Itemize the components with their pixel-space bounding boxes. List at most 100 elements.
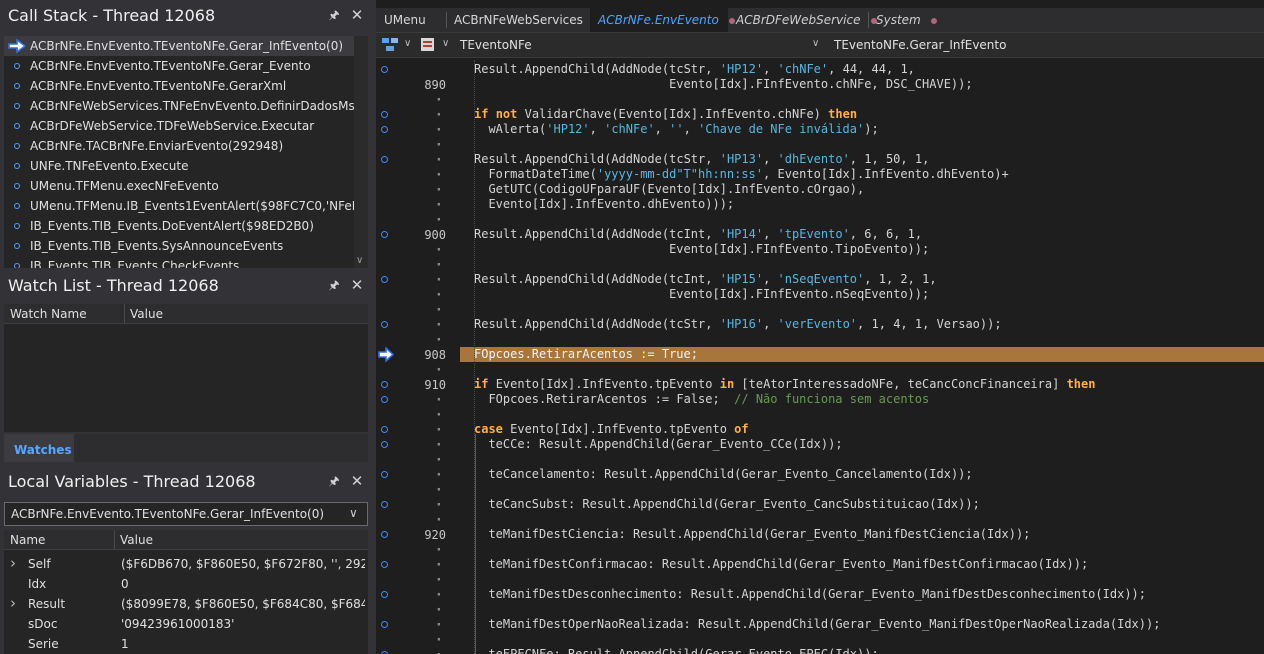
chevron-down-icon[interactable]: ∨ xyxy=(404,38,411,49)
code-line[interactable]: Result.AppendChild(AddNode(tcInt, 'HP15'… xyxy=(460,272,1264,287)
code-line[interactable]: Evento[Idx].FInfEvento.TipoEvento)); xyxy=(460,242,1264,257)
column-header-watch-name[interactable]: Watch Name xyxy=(10,307,87,321)
tab-watches[interactable]: Watches xyxy=(4,434,74,462)
code-line[interactable]: Result.AppendChild(AddNode(tcInt, 'HP14'… xyxy=(460,227,1264,242)
gutter-line[interactable]: · xyxy=(376,497,456,513)
code-line[interactable] xyxy=(460,632,1264,647)
local-variable-row[interactable]: Serie 1 xyxy=(4,634,368,654)
gutter-line[interactable]: · xyxy=(376,167,456,183)
close-icon[interactable]: ✕ xyxy=(350,8,364,23)
code-line[interactable]: teManifDestCiencia: Result.AppendChild(G… xyxy=(460,527,1264,542)
chevron-down-icon[interactable]: ∨ xyxy=(442,38,449,49)
code-line[interactable]: if not ValidarChave(Evento[Idx].InfEvent… xyxy=(460,107,1264,122)
gutter-line[interactable]: · xyxy=(376,392,456,408)
code-text[interactable]: Result.AppendChild(AddNode(tcStr, 'HP12'… xyxy=(460,60,1264,654)
gutter-line[interactable]: · xyxy=(376,212,456,228)
locals-grid[interactable]: Name Value › Self ($F6DB670, $F860E50, $F6… xyxy=(4,530,368,654)
code-line[interactable]: teCancSubst: Result.AppendChild(Gerar_Ev… xyxy=(460,497,1264,512)
gutter-line[interactable]: · xyxy=(376,92,456,108)
call-stack-frame[interactable]: UMenu.TFMenu.execNFeEvento xyxy=(4,176,354,196)
code-line[interactable]: Result.AppendChild(AddNode(tcStr, 'HP16'… xyxy=(460,317,1264,332)
code-line[interactable]: Result.AppendChild(AddNode(tcStr, 'HP12'… xyxy=(460,62,1264,77)
gutter-line[interactable]: · xyxy=(376,152,456,168)
code-line[interactable]: if Evento[Idx].InfEvento.tpEvento in [te… xyxy=(460,377,1264,392)
gutter-line[interactable]: · xyxy=(376,137,456,153)
code-line[interactable] xyxy=(460,452,1264,467)
code-line[interactable] xyxy=(460,257,1264,272)
breakpoint-marker-icon[interactable] xyxy=(381,591,388,598)
gutter-line[interactable]: · xyxy=(376,422,456,438)
column-header-value[interactable]: Value xyxy=(130,307,163,321)
class-icon[interactable] xyxy=(420,37,436,53)
gutter-line[interactable]: · xyxy=(376,182,456,198)
close-icon[interactable]: ✕ xyxy=(350,278,364,293)
breakpoint-marker-icon[interactable] xyxy=(381,426,388,433)
watch-grid[interactable]: Watch Name Value xyxy=(4,304,368,432)
gutter-line[interactable]: · xyxy=(376,647,456,654)
gutter-line[interactable]: · xyxy=(376,122,456,138)
gutter-line[interactable]: · xyxy=(376,467,456,483)
call-stack-frame[interactable]: ACBrNFe.EnvEvento.TEventoNFe.GerarXml xyxy=(4,76,354,96)
call-stack-frame[interactable]: ACBrNFeWebServices.TNFeEnvEvento.Definir… xyxy=(4,96,362,116)
gutter-line[interactable]: · xyxy=(376,632,456,648)
code-line[interactable] xyxy=(460,92,1264,107)
gutter-line[interactable]: 900 xyxy=(376,227,456,242)
call-stack-frame[interactable]: UMenu.TFMenu.IB_Events1EventAlert($98FC7… xyxy=(4,196,368,216)
code-line[interactable] xyxy=(460,602,1264,617)
call-stack-frame[interactable]: ACBrNFe.TACBrNFe.EnviarEvento(292948) xyxy=(4,136,354,156)
code-line[interactable]: teManifDestOperNaoRealizada: Result.Appe… xyxy=(460,617,1264,632)
code-line[interactable]: Evento[Idx].FInfEvento.nSeqEvento)); xyxy=(460,287,1264,302)
code-line[interactable]: Result.AppendChild(AddNode(tcStr, 'HP13'… xyxy=(460,152,1264,167)
pin-icon[interactable]: 🖈 xyxy=(328,475,340,489)
gutter[interactable]: 890 · · · · · · · · · 900 · · · · · · · 908 · 910 · · · · · · · · · 92… xyxy=(376,60,456,654)
breakpoint-marker-icon[interactable] xyxy=(381,381,388,388)
code-line[interactable]: teManifDestConfirmacao: Result.AppendChi… xyxy=(460,557,1264,572)
pin-icon[interactable]: 🖈 xyxy=(328,9,340,23)
local-variable-row[interactable]: › Result ($8099E78, $F860E50, $F684C80, $F… xyxy=(4,594,368,614)
gutter-line[interactable]: · xyxy=(376,332,456,348)
frame-select[interactable]: ACBrNFe.EnvEvento.TEventoNFe.Gerar_InfEv… xyxy=(4,502,368,526)
scrollbar[interactable]: ∨ xyxy=(354,36,368,268)
gutter-line[interactable]: 890 xyxy=(376,77,456,92)
structure-icon[interactable] xyxy=(382,38,398,52)
call-stack-frame[interactable]: IB_Events.TIB_Events.DoEventAlert($98ED2… xyxy=(4,216,354,236)
code-area[interactable]: 890 · · · · · · · · · 900 · · · · · · · 908 · 910 · · · · · · · · · 92… xyxy=(376,60,1264,654)
gutter-line[interactable]: · xyxy=(376,542,456,558)
gutter-line[interactable]: · xyxy=(376,407,456,423)
chevron-down-icon[interactable]: ∨ xyxy=(349,506,361,520)
gutter-line[interactable]: · xyxy=(376,617,456,633)
breakpoint-marker-icon[interactable] xyxy=(381,531,388,538)
chevron-right-icon[interactable]: › xyxy=(10,594,20,612)
code-line[interactable]: FormatDateTime('yyyy-mm-dd"T"hh:nn:ss', … xyxy=(460,167,1264,182)
pin-icon[interactable]: 🖈 xyxy=(328,279,340,293)
breakpoint-marker-icon[interactable] xyxy=(381,441,388,448)
tab-umenu[interactable]: UMenu xyxy=(376,8,446,32)
code-line[interactable] xyxy=(460,137,1264,152)
code-line[interactable] xyxy=(460,482,1264,497)
call-stack-frame[interactable]: ACBrNFe.EnvEvento.TEventoNFe.Gerar_InfEv… xyxy=(4,36,354,56)
gutter-line[interactable]: · xyxy=(376,287,456,303)
gutter-line[interactable]: · xyxy=(376,197,456,213)
gutter-line[interactable]: · xyxy=(376,452,456,468)
tab-acbrnfe-envevento[interactable]: ACBrNFe.EnvEvento xyxy=(590,8,735,32)
gutter-line[interactable]: · xyxy=(376,602,456,618)
gutter-line[interactable]: · xyxy=(376,362,456,378)
gutter-line[interactable]: · xyxy=(376,272,456,288)
gutter-line[interactable]: 920 xyxy=(376,527,456,542)
method-selector[interactable]: TEventoNFe.Gerar_InfEvento xyxy=(834,38,1006,52)
column-divider[interactable] xyxy=(114,530,115,550)
chevron-down-icon[interactable]: ∨ xyxy=(812,38,819,49)
chevron-down-icon[interactable]: ∨ xyxy=(356,256,366,266)
code-line[interactable]: Evento[Idx].FInfEvento.chNFe, DSC_CHAVE)… xyxy=(460,77,1264,92)
column-divider[interactable] xyxy=(124,304,125,324)
breakpoint-marker-icon[interactable] xyxy=(381,111,388,118)
local-variable-row[interactable]: sDoc '09423961000183' xyxy=(4,614,368,634)
breakpoint-marker-icon[interactable] xyxy=(381,396,388,403)
breakpoint-marker-icon[interactable] xyxy=(381,321,388,328)
current-execution-line[interactable]: FOpcoes.RetirarAcentos := True; xyxy=(460,347,1264,362)
breakpoint-marker-icon[interactable] xyxy=(381,231,388,238)
gutter-line[interactable]: · xyxy=(376,437,456,453)
code-line[interactable]: teCancelamento: Result.AppendChild(Gerar… xyxy=(460,467,1264,482)
code-line[interactable] xyxy=(460,362,1264,377)
column-header-name[interactable]: Name xyxy=(10,533,45,547)
